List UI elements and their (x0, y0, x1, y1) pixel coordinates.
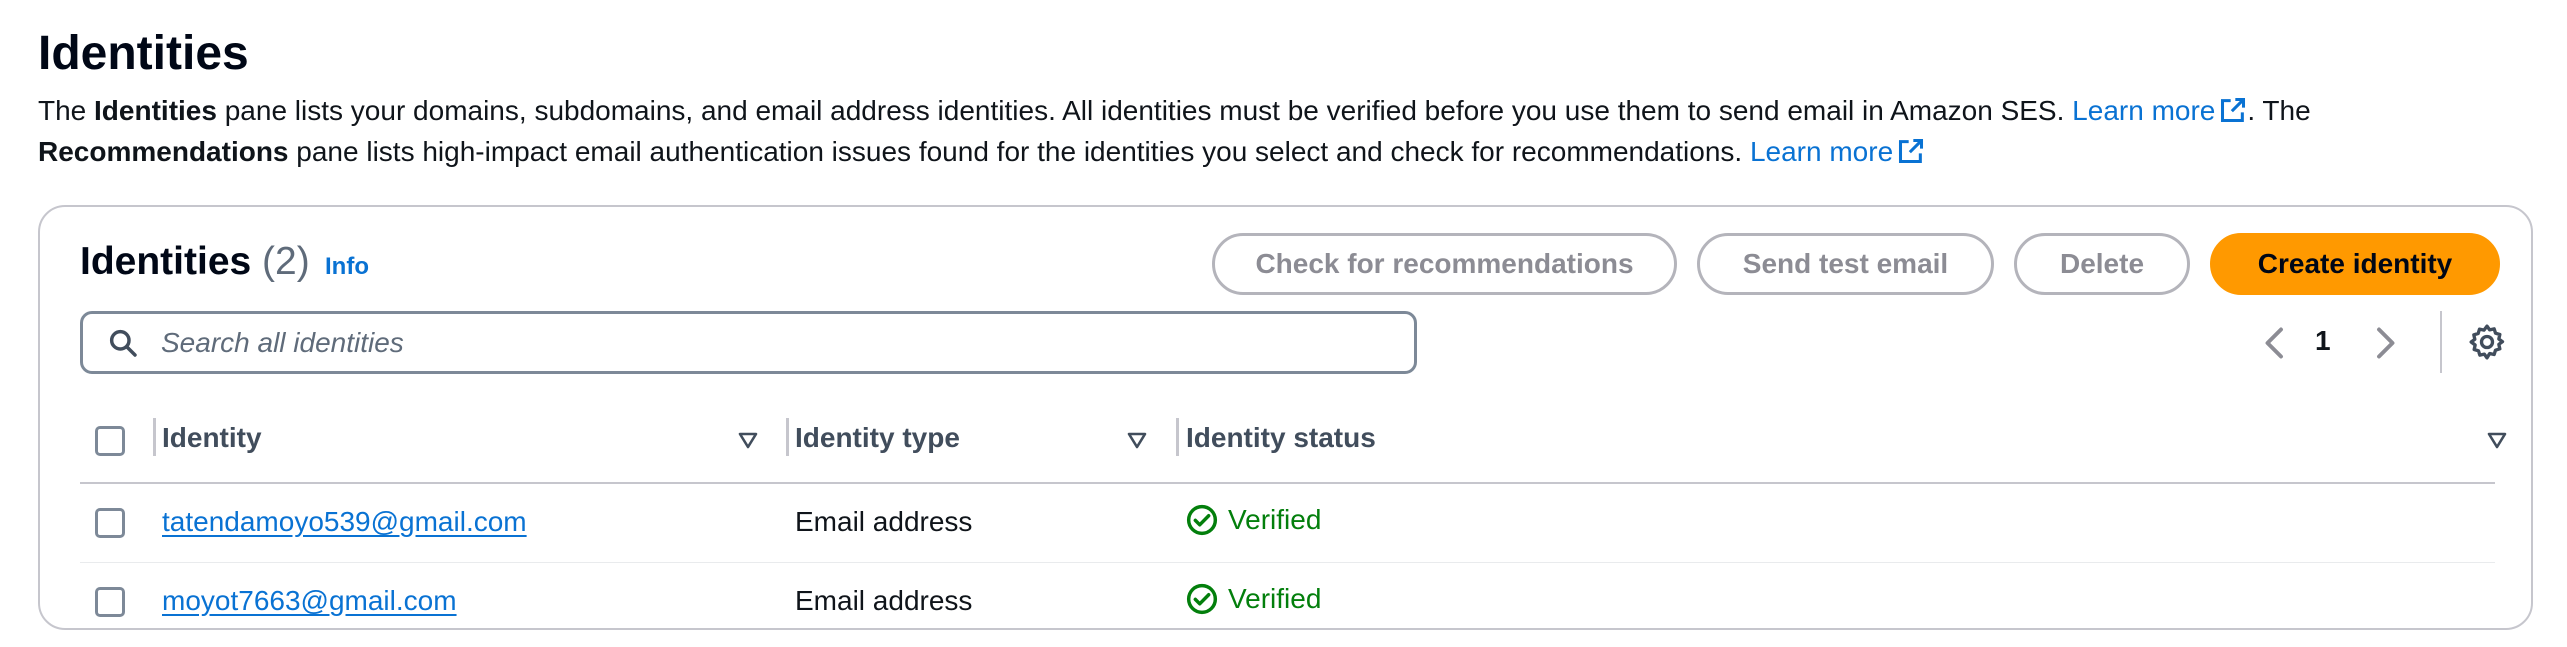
delete-button[interactable]: Delete (2014, 233, 2190, 295)
learn-more-link-2[interactable]: Learn more (1750, 136, 1925, 167)
sort-icon[interactable] (1125, 428, 1149, 452)
check-circle-icon (1186, 504, 1218, 536)
column-divider (1176, 418, 1179, 456)
table-header: Identity Identity type Identity status (80, 402, 2507, 484)
info-link[interactable]: Info (325, 253, 369, 281)
page-description: The Identities pane lists your domains, … (38, 95, 2311, 167)
identity-link[interactable]: tatendamoyo539@gmail.com (162, 506, 527, 538)
send-test-email-button[interactable]: Send test email (1697, 233, 1994, 295)
identities-panel: Identities (2) Info Check for recommenda… (38, 205, 2533, 630)
recommendations-bold: Recommendations (38, 136, 289, 167)
learn-more-link-1[interactable]: Learn more (2072, 95, 2247, 126)
pager-divider (2440, 311, 2442, 373)
gear-icon[interactable] (2467, 322, 2507, 362)
select-all-checkbox[interactable] (95, 426, 125, 456)
identities-page: Identities The Identities pane lists you… (0, 0, 2567, 647)
identities-bold: Identities (94, 95, 217, 126)
search-icon (109, 329, 137, 357)
page-title: Identities (38, 27, 249, 80)
table-row: moyot7663@gmail.com Email address Verifi… (80, 563, 2495, 641)
identity-type: Email address (795, 506, 973, 537)
column-header-identity-status[interactable]: Identity status (1186, 422, 1376, 454)
status-badge: Verified (1186, 583, 1321, 615)
external-link-icon (2221, 97, 2246, 123)
search-box (80, 311, 1417, 374)
check-recommendations-button[interactable]: Check for recommendations (1212, 233, 1677, 295)
panel-title: Identities (2) (80, 240, 310, 283)
identity-type: Email address (795, 585, 973, 616)
column-header-identity[interactable]: Identity (162, 422, 262, 454)
external-link-icon (1899, 138, 1924, 164)
identity-count: (2) (262, 240, 310, 283)
create-identity-button[interactable]: Create identity (2210, 233, 2500, 295)
current-page-number[interactable]: 1 (2315, 325, 2331, 357)
status-badge: Verified (1186, 504, 1321, 536)
search-input[interactable] (159, 325, 1414, 360)
sort-icon[interactable] (2485, 428, 2509, 452)
table-row: tatendamoyo539@gmail.com Email address V… (80, 484, 2495, 563)
column-divider (786, 418, 789, 456)
previous-page-icon[interactable] (2260, 325, 2290, 361)
check-circle-icon (1186, 583, 1218, 615)
row-checkbox[interactable] (95, 508, 125, 538)
next-page-icon[interactable] (2370, 325, 2400, 361)
identity-link[interactable]: moyot7663@gmail.com (162, 585, 457, 617)
column-header-identity-type[interactable]: Identity type (795, 422, 960, 454)
column-divider (153, 418, 156, 456)
row-checkbox[interactable] (95, 587, 125, 617)
sort-icon[interactable] (736, 428, 760, 452)
